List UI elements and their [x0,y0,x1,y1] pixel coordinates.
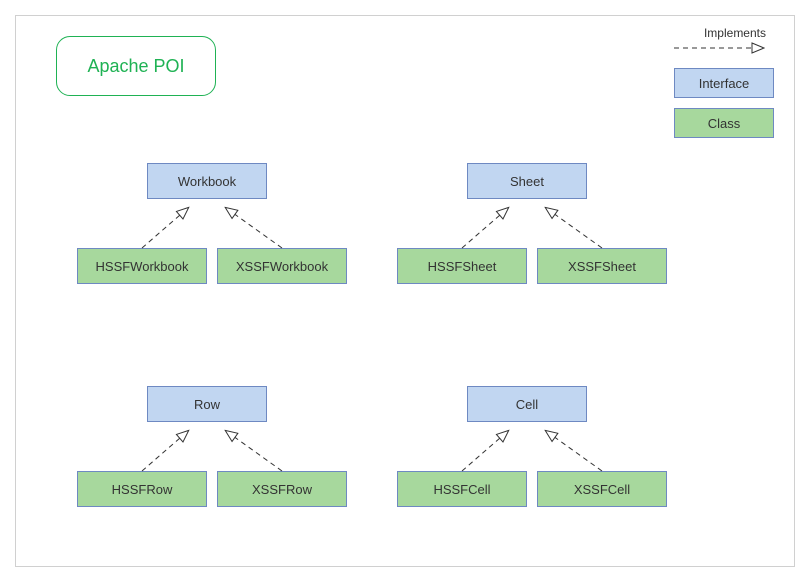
legend-implements-label: Implements [704,26,766,40]
class-xssfsheet: XSSFSheet [537,248,667,284]
class-xssfrow: XSSFRow [217,471,347,507]
interface-cell: Cell [467,386,587,422]
class-hssfcell: HSSFCell [397,471,527,507]
class-xssfcell: XSSFCell [537,471,667,507]
legend-interface-box: Interface [674,68,774,98]
interface-workbook: Workbook [147,163,267,199]
diagram-frame: Apache POI Implements Interface Class Wo… [15,15,795,567]
diagram-canvas: Apache POI Implements Interface Class Wo… [0,0,811,582]
legend-class-box: Class [674,108,774,138]
diagram-title: Apache POI [56,36,216,96]
class-hssfsheet: HSSFSheet [397,248,527,284]
class-hssfrow: HSSFRow [77,471,207,507]
class-hssfworkbook: HSSFWorkbook [77,248,207,284]
class-xssfworkbook: XSSFWorkbook [217,248,347,284]
interface-sheet: Sheet [467,163,587,199]
interface-row: Row [147,386,267,422]
